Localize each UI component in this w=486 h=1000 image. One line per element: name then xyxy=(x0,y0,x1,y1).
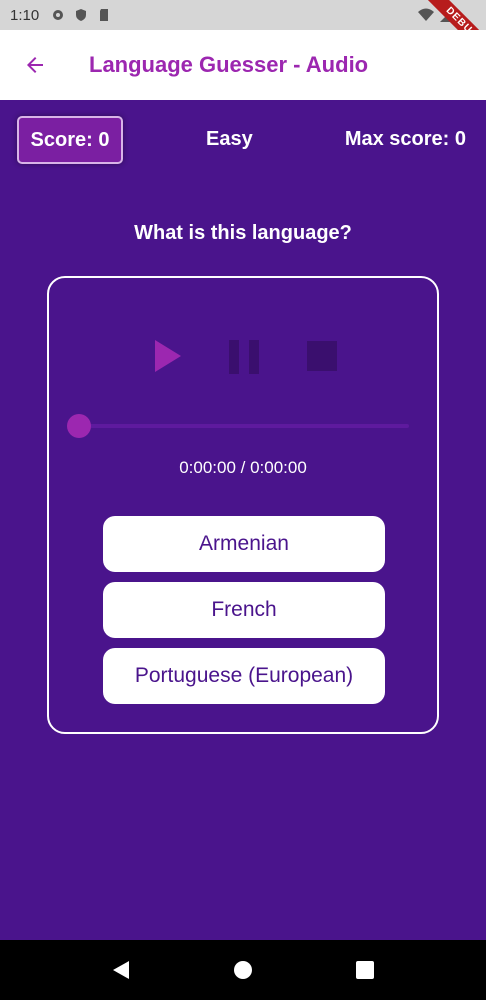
scoreboard: Score: 0 Easy Max score: 0 xyxy=(0,116,486,166)
nav-recents-button[interactable] xyxy=(345,950,385,990)
nav-back-button[interactable] xyxy=(101,950,141,990)
wifi-icon xyxy=(418,8,434,21)
back-button[interactable] xyxy=(0,30,70,100)
nav-home-button[interactable] xyxy=(223,950,263,990)
answer-button-french[interactable]: French xyxy=(103,582,385,638)
back-arrow-icon xyxy=(27,57,43,73)
app-bar: Language Guesser - Audio xyxy=(0,30,486,100)
question-text: What is this language? xyxy=(134,222,352,244)
system-nav-bar xyxy=(0,940,486,1000)
play-icon[interactable] xyxy=(153,338,183,374)
slider-thumb[interactable] xyxy=(67,414,91,438)
audio-progress-slider[interactable] xyxy=(67,414,409,438)
stop-icon[interactable] xyxy=(307,338,339,374)
audio-quiz-card: 0:00:00 / 0:00:00 Armenian French Portug… xyxy=(47,276,439,734)
nav-back-icon xyxy=(113,961,129,979)
answer-button-armenian[interactable]: Armenian xyxy=(103,516,385,572)
answer-list: Armenian French Portuguese (European) xyxy=(103,516,385,714)
shield-icon xyxy=(76,9,87,21)
signal-icon xyxy=(440,8,454,22)
max-score-label: Max score: 0 xyxy=(344,128,466,150)
settings-icon xyxy=(53,10,64,20)
nav-recents-icon xyxy=(356,961,374,979)
nav-home-icon xyxy=(234,961,252,979)
difficulty-label: Easy xyxy=(206,128,253,150)
pause-icon[interactable] xyxy=(229,338,259,374)
page-title: Language Guesser - Audio xyxy=(89,52,369,77)
time-readout: 0:00:00 / 0:00:00 xyxy=(179,458,307,477)
score-badge: Score: 0 xyxy=(17,116,123,164)
sd-card-icon xyxy=(100,9,109,21)
slider-track xyxy=(69,424,409,428)
status-bar: 1:10 xyxy=(0,0,486,30)
status-time: 1:10 xyxy=(10,6,40,24)
answer-button-portuguese[interactable]: Portuguese (European) xyxy=(103,648,385,704)
